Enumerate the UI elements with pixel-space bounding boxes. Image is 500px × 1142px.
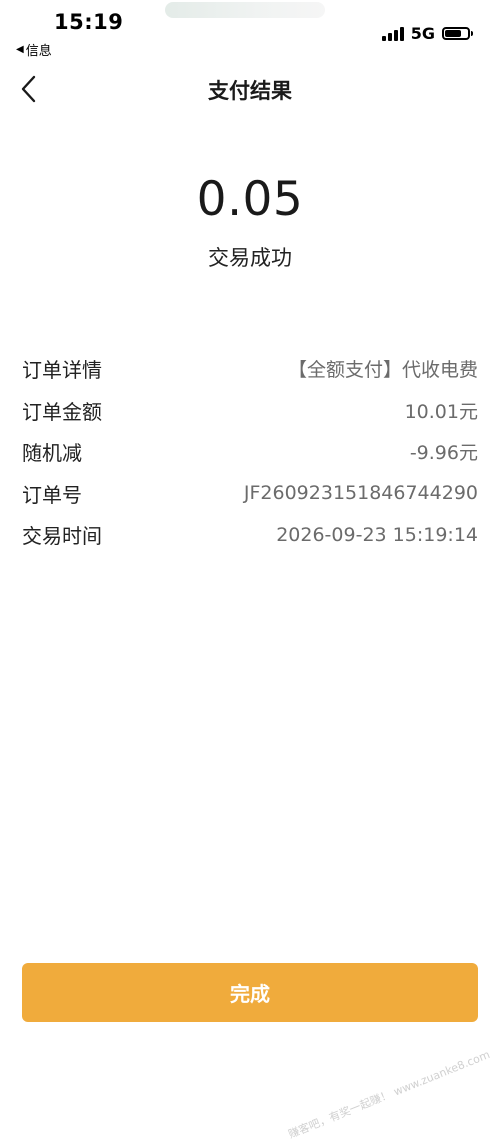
signal-bars-icon — [381, 26, 404, 41]
network-type: 5G — [410, 24, 435, 43]
return-app-label: 信息 — [25, 44, 52, 59]
status-indicators: 5G — [381, 24, 473, 43]
detail-row-order-number: 订单号 JF260923151846744290 — [22, 473, 478, 515]
detail-label: 交易时间 — [22, 524, 102, 549]
status-bar: 15:19 ◀ 信息 5G — [0, 0, 500, 62]
detail-row-order-amount: 订单金额 10.01元 — [22, 390, 478, 432]
small-back-triangle-icon: ◀ — [16, 44, 24, 55]
detail-row-random-discount: 随机减 -9.96元 — [22, 431, 478, 473]
blurred-notification — [165, 2, 325, 18]
status-time: 15:19 — [54, 10, 124, 34]
nav-bar: 支付结果 — [0, 62, 500, 116]
detail-value: 【全额支付】代收电费 — [287, 359, 478, 382]
detail-label: 随机减 — [22, 441, 82, 466]
order-details: 订单详情 【全额支付】代收电费 订单金额 10.01元 随机减 -9.96元 订… — [22, 348, 478, 556]
return-to-app-link[interactable]: ◀ 信息 — [16, 40, 52, 59]
detail-label: 订单详情 — [22, 358, 102, 383]
payment-amount: 0.05 — [196, 172, 304, 227]
detail-label: 订单金额 — [22, 399, 102, 424]
done-button[interactable]: 完成 — [22, 963, 478, 1022]
detail-value: 2026-09-23 15:19:14 — [276, 523, 478, 546]
transaction-status: 交易成功 — [208, 246, 292, 270]
detail-row-transaction-time: 交易时间 2026-09-23 15:19:14 — [22, 514, 478, 556]
detail-row-order-info: 订单详情 【全额支付】代收电费 — [22, 348, 478, 390]
detail-label: 订单号 — [22, 482, 82, 507]
battery-icon — [442, 27, 473, 40]
detail-value: 10.01元 — [404, 400, 478, 423]
detail-value: JF260923151846744290 — [243, 482, 478, 505]
detail-value: -9.96元 — [409, 442, 478, 465]
watermark: 赚客吧，有奖一起赚！ www.zuanke8.com — [286, 1048, 492, 1142]
page-title: 支付结果 — [208, 79, 292, 103]
